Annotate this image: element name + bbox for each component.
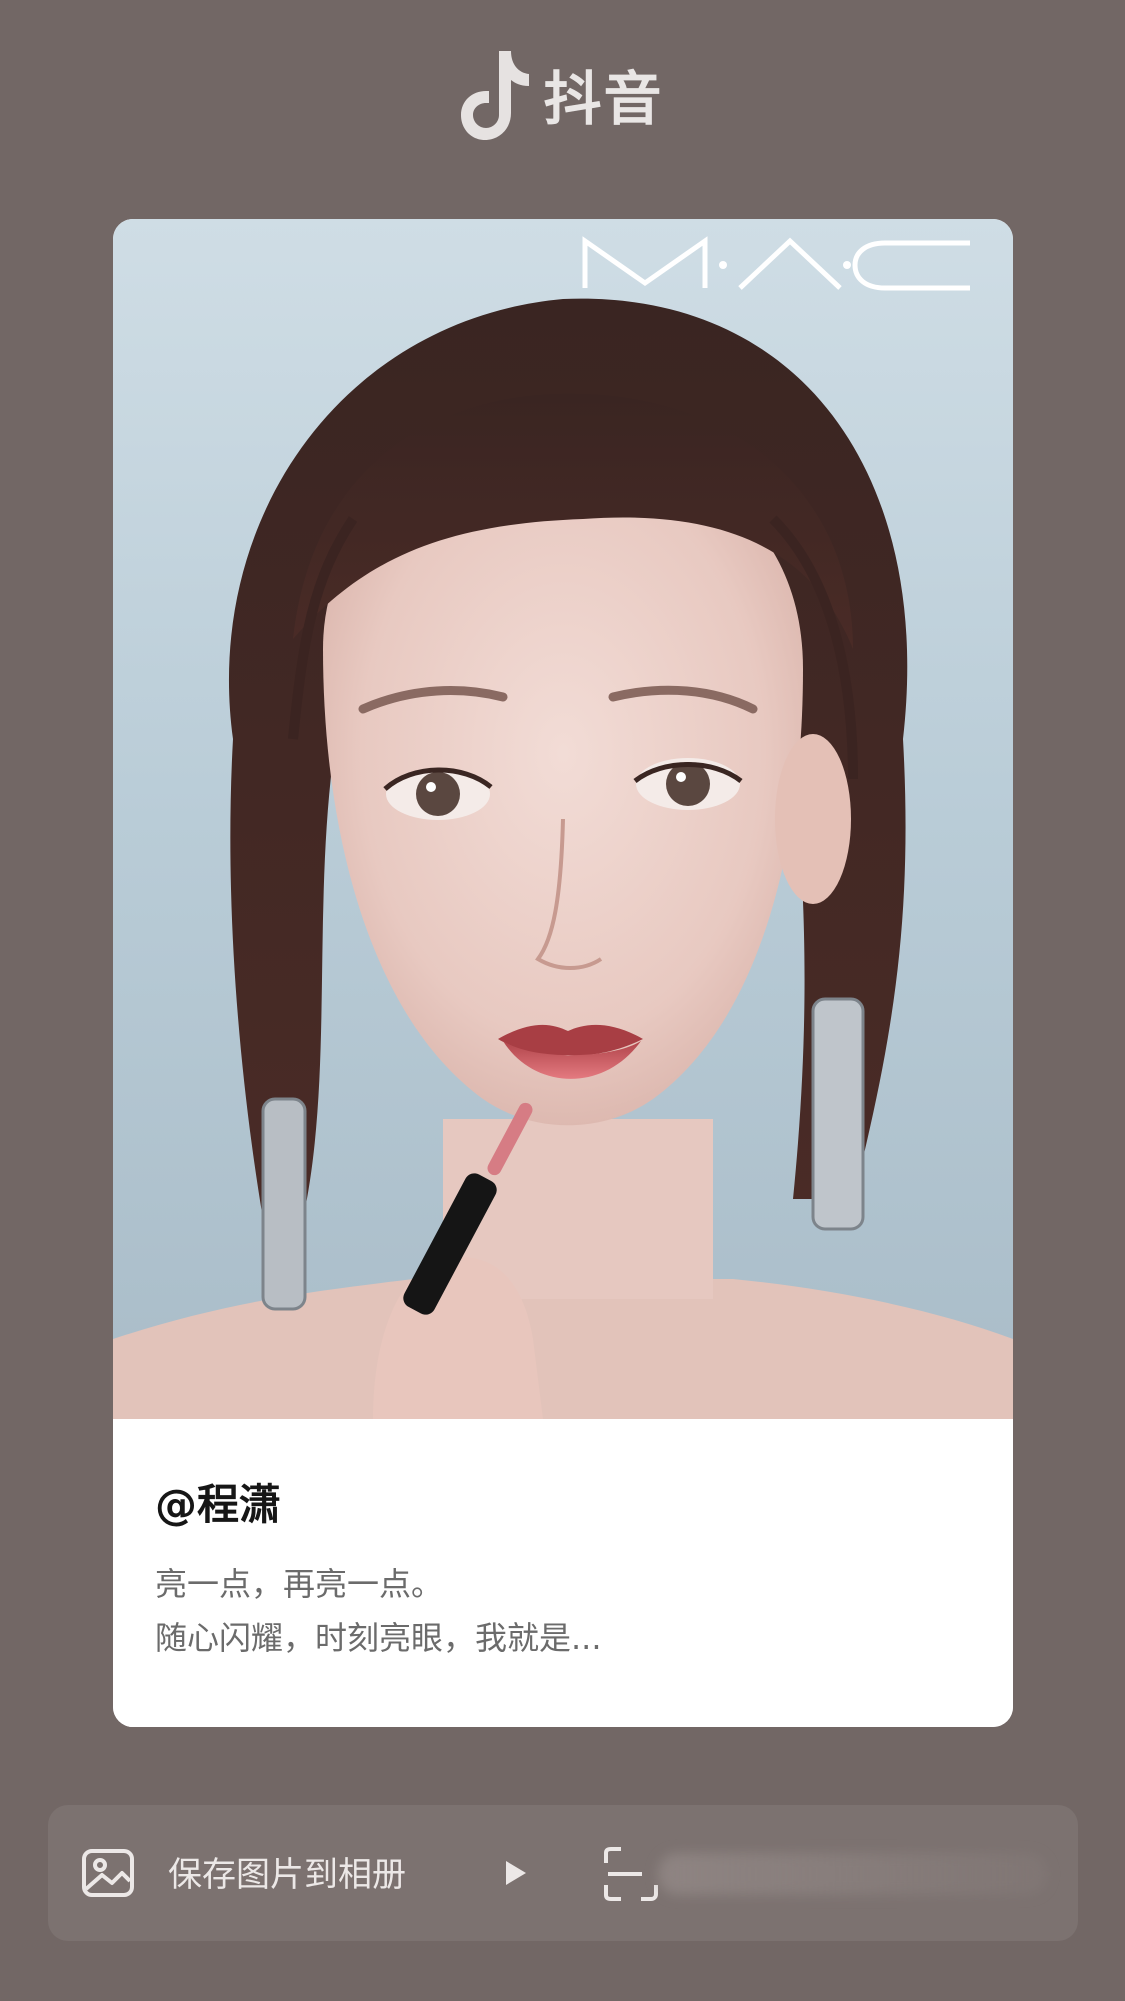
mac-logo [582, 236, 970, 291]
app-name: 抖音 [543, 65, 664, 133]
action-bar: 保存图片到相册 [48, 1805, 1078, 1941]
portrait-photo [113, 219, 1013, 1419]
scan-icon[interactable] [602, 1845, 660, 1903]
play-icon[interactable] [500, 1857, 530, 1889]
username[interactable]: @程潇 [155, 1471, 281, 1532]
share-card: @程潇 亮一点，再亮一点。 随心闪耀，时刻亮眼，我就是... [113, 219, 1013, 1727]
image-icon [82, 1849, 134, 1897]
description-line-1: 亮一点，再亮一点。 [155, 1565, 444, 1603]
caption-panel: @程潇 亮一点，再亮一点。 随心闪耀，时刻亮眼，我就是... [113, 1419, 1013, 1727]
blurred-region [658, 1853, 1048, 1895]
save-to-album-button[interactable]: 保存图片到相册 [168, 1847, 406, 1896]
description-line-2: 随心闪耀，时刻亮眼，我就是... [155, 1619, 602, 1657]
tiktok-note-icon [461, 50, 530, 140]
app-header: 抖音 [0, 44, 1125, 144]
